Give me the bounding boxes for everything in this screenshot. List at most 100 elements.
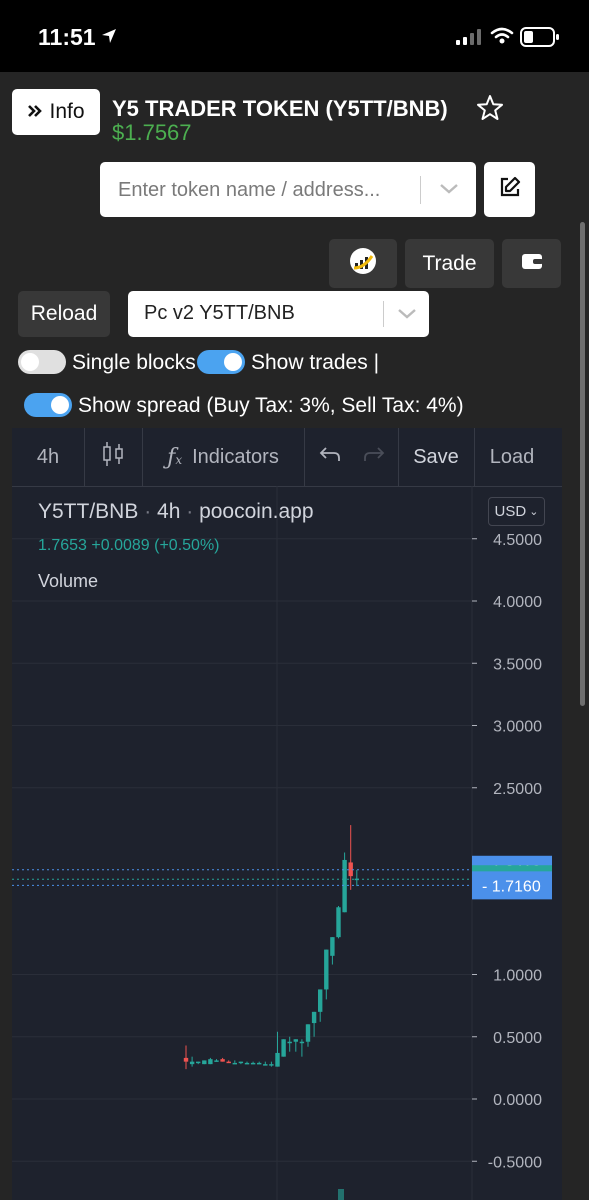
double-chevron-right-icon [27, 100, 43, 124]
candle-body [318, 989, 323, 1012]
divider [383, 301, 384, 327]
y-tick-label: -0.5000 [488, 1154, 542, 1171]
candle-body [257, 1062, 262, 1065]
save-button[interactable]: Save [398, 428, 474, 486]
chart-legend-values: 1.7653 +0.0089 (+0.50%) [38, 537, 220, 555]
candle-body [287, 1041, 292, 1044]
chart-style-button[interactable] [84, 428, 142, 486]
legend-last-price: 1.7653 [38, 537, 87, 554]
wallet-icon [520, 251, 544, 277]
location-arrow-icon [100, 27, 118, 50]
candle-body [293, 1039, 298, 1042]
reload-button[interactable]: Reload [18, 291, 110, 337]
token-search[interactable] [100, 162, 476, 219]
price-label: - 1.7160 [482, 878, 541, 895]
currency-selector[interactable]: USD ⌄ [488, 497, 545, 526]
token-price: $1.7567 [112, 120, 192, 145]
y-tick-label: 4.0000 [493, 594, 542, 611]
chevron-down-icon: ⌄ [529, 506, 539, 518]
legend-change: +0.0089 [91, 537, 150, 554]
candle-body [263, 1064, 268, 1066]
redo-icon [362, 445, 386, 469]
candle-body [275, 1052, 280, 1067]
redo-button[interactable] [352, 428, 396, 486]
function-icon: ƒx [167, 444, 183, 470]
candle-body [269, 1064, 274, 1066]
y-tick-label: 1.0000 [493, 968, 542, 985]
legend-interval: 4h [157, 500, 181, 523]
divider [420, 176, 421, 204]
show-spread-label: Show spread (Buy Tax: 3%, Sell Tax: 4%) [78, 394, 464, 417]
undo-icon [318, 445, 342, 469]
pair-select[interactable]: Pc v2 Y5TT/BNB [128, 291, 429, 337]
cellular-signal-icon [456, 29, 482, 50]
poocoin-chart-button[interactable] [329, 239, 397, 288]
candle-body [281, 1039, 286, 1057]
legend-pair: Y5TT/BNB [38, 500, 139, 523]
load-button[interactable]: Load [474, 428, 550, 486]
favorite-star-icon[interactable] [476, 94, 504, 127]
y-tick-label: 0.5000 [493, 1030, 542, 1047]
undo-button[interactable] [308, 428, 352, 486]
candle-body [208, 1059, 213, 1065]
chevron-down-icon[interactable] [438, 182, 460, 201]
y-tick-label: 2.5000 [493, 781, 542, 798]
edit-icon [498, 175, 522, 204]
candles-icon [101, 440, 125, 474]
candle-body [189, 1061, 195, 1065]
poocoin-logo-icon [348, 246, 378, 282]
y-tick-label: 5.0000 [493, 486, 542, 487]
candle-body [342, 859, 347, 913]
candle-body [305, 1024, 311, 1042]
candle-body [336, 907, 341, 938]
search-input[interactable] [116, 162, 420, 219]
candle-body [250, 1062, 256, 1065]
volume-bar [338, 1189, 344, 1200]
single-blocks-label: Single blocks [72, 351, 196, 374]
wifi-icon [490, 27, 514, 50]
candle-body [311, 1011, 317, 1024]
candlestick-chart[interactable]: 5.0000 4.5000 4.0000 3.5000 3.0000 2.5000 1.00… [12, 486, 562, 1200]
indicators-label: Indicators [192, 445, 279, 468]
chevron-down-icon[interactable] [396, 307, 418, 326]
candle-body [196, 1061, 201, 1064]
candle-body [238, 1061, 244, 1064]
y-tick-label: 0.0000 [493, 1092, 542, 1109]
candle-body [232, 1062, 237, 1065]
candle-body [244, 1062, 250, 1065]
candle-body [330, 937, 335, 956]
edit-button[interactable] [484, 162, 535, 217]
show-trades-toggle[interactable] [197, 350, 245, 374]
candle-body [299, 1041, 305, 1044]
candle-body [183, 1057, 189, 1062]
indicators-button[interactable]: ƒx Indicators [142, 428, 304, 486]
candle-body [220, 1059, 225, 1062]
show-spread-toggle[interactable] [24, 393, 72, 417]
interval-button[interactable]: 4h [12, 428, 84, 486]
currency-label: USD [494, 503, 527, 520]
y-tick-label: 4.5000 [493, 532, 542, 549]
page-scrollbar[interactable] [580, 222, 585, 706]
token-title: Y5 TRADER TOKEN (Y5TT/BNB) [112, 96, 448, 121]
chart-legend-title: Y5TT/BNB · 4h · poocoin.app [38, 500, 314, 523]
chart-toolbar: 4h ƒx Indicators Save Load [12, 428, 562, 487]
legend-volume: Volume [38, 571, 99, 591]
candle-body [324, 949, 329, 990]
candle-body [214, 1060, 219, 1062]
y-tick-label: 3.0000 [493, 719, 542, 736]
legend-change-pct: (+0.50%) [154, 537, 220, 554]
candle-body [202, 1060, 207, 1065]
wallet-button[interactable] [502, 239, 561, 288]
candle-body [226, 1061, 231, 1064]
info-button-label: Info [49, 100, 85, 123]
status-bar: 11:51 [0, 0, 589, 72]
show-trades-label: Show trades | [251, 351, 380, 374]
status-time: 11:51 [38, 24, 96, 50]
info-button[interactable]: Info [12, 89, 100, 135]
pair-select-value: Pc v2 Y5TT/BNB [144, 302, 295, 324]
battery-icon [520, 27, 560, 52]
legend-source: poocoin.app [199, 500, 314, 523]
y-tick-label: 3.5000 [493, 656, 542, 673]
single-blocks-toggle[interactable] [18, 350, 66, 374]
trade-button[interactable]: Trade [405, 239, 494, 288]
